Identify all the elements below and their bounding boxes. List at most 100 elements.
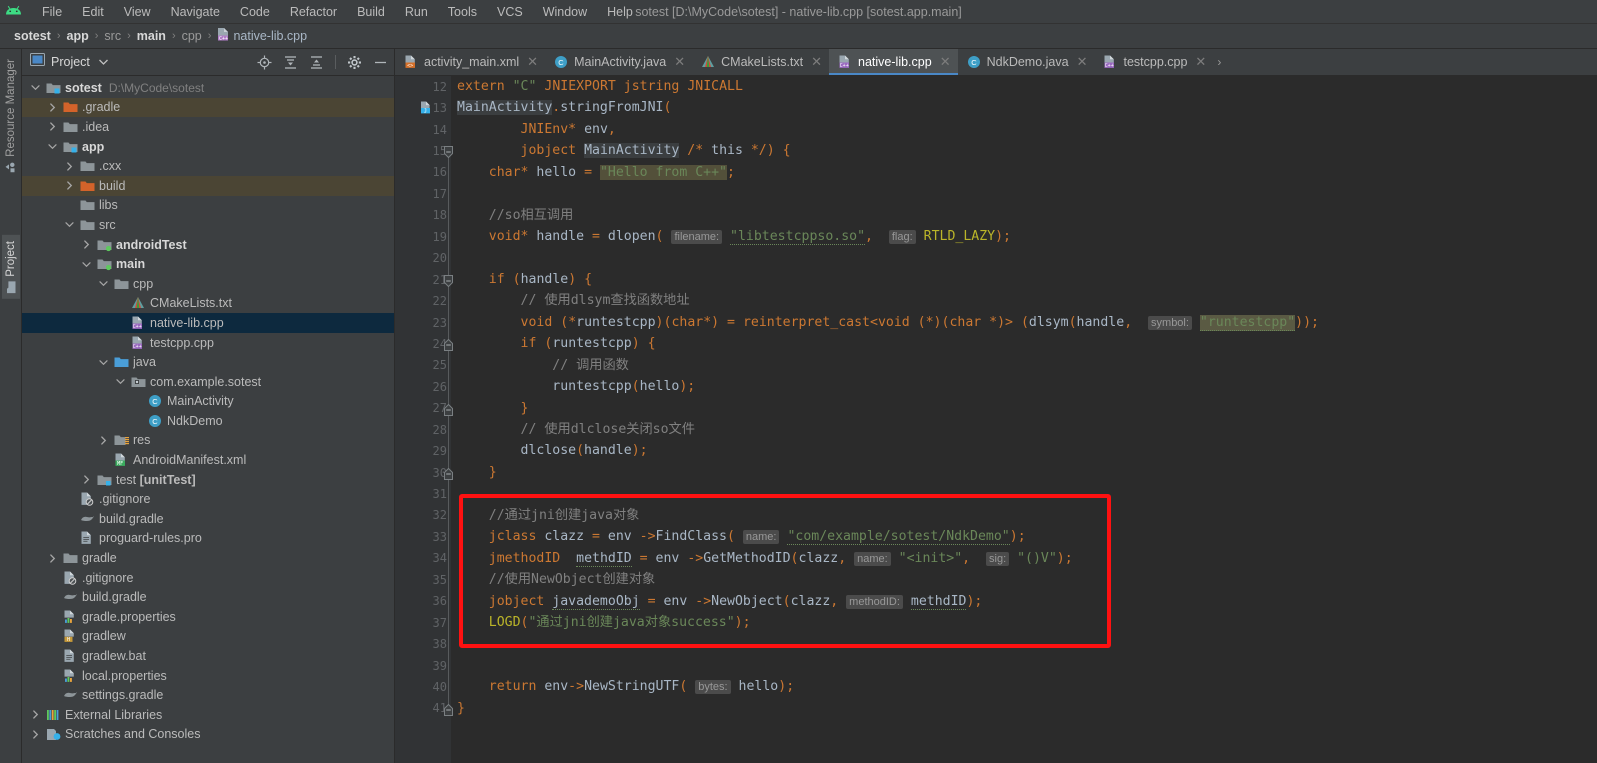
tree-item-main[interactable]: main — [22, 254, 394, 274]
tree-item-java[interactable]: java — [22, 352, 394, 372]
tree-item-gradlew[interactable]: Hgradlew — [22, 627, 394, 647]
menu-bar[interactable]: File Edit View Navigate Code Refactor Bu… — [32, 2, 643, 22]
editor-tab-testcpp-cpp[interactable]: C++ testcpp.cpp ✕ — [1094, 49, 1213, 75]
breadcrumb-item-main[interactable]: main — [133, 29, 170, 43]
tree-item-gradle[interactable]: .gradle — [22, 97, 394, 118]
code-line[interactable] — [457, 183, 1597, 204]
code-line[interactable]: } — [457, 698, 1597, 719]
tree-item-scratches-and-consoles[interactable]: Scratches and Consoles — [22, 725, 394, 745]
tree-item-settings-gradle[interactable]: settings.gradle — [22, 685, 394, 705]
sidebar-tab-project[interactable]: Project — [2, 235, 20, 299]
breadcrumb-item-native-lib[interactable]: C++ native-lib.cpp — [213, 28, 311, 44]
gear-icon[interactable] — [347, 55, 362, 70]
menu-item-window[interactable]: Window — [533, 2, 597, 22]
editor-tab-activity-main-xml[interactable]: <> activity_main.xml ✕ — [395, 49, 545, 75]
editor-tab-bar[interactable]: <> activity_main.xml ✕ C MainActivity.java ✕ C… — [395, 49, 1597, 76]
chevron-right-icon[interactable] — [98, 435, 109, 446]
code-line[interactable]: dlclose(handle); — [457, 440, 1597, 461]
code-line[interactable]: LOGD("通过jni创建java对象success"); — [457, 612, 1597, 633]
chevron-down-icon[interactable] — [98, 357, 109, 368]
tree-item-ndkdemo[interactable]: C NdkDemo — [22, 411, 394, 431]
chevron-down-icon[interactable] — [47, 141, 58, 152]
menu-item-view[interactable]: View — [114, 2, 161, 22]
menu-item-edit[interactable]: Edit — [72, 2, 114, 22]
code-line[interactable]: } — [457, 398, 1597, 419]
chevron-down-icon[interactable] — [81, 259, 92, 270]
tab-overflow-icon[interactable]: › — [1213, 49, 1225, 75]
breadcrumb-item-sotest[interactable]: sotest — [10, 29, 55, 43]
code-line[interactable]: jmethodID methdID = env ->GetMethodID(cl… — [457, 548, 1597, 569]
code-line[interactable]: //so相互调用 — [457, 205, 1597, 226]
tree-item-androidtest[interactable]: androidTest — [22, 235, 394, 255]
code-line[interactable]: if (runtestcpp) { — [457, 333, 1597, 354]
editor-tab-mainactivity-java[interactable]: C MainActivity.java ✕ — [545, 49, 692, 75]
chevron-right-icon[interactable] — [30, 709, 41, 720]
code-content[interactable]: extern "C" JNIEXPORT jstring JNICALL Main… — [451, 76, 1597, 763]
chevron-down-icon[interactable] — [64, 219, 75, 230]
menu-item-code[interactable]: Code — [230, 2, 280, 22]
menu-item-tools[interactable]: Tools — [438, 2, 487, 22]
code-line[interactable]: runtestcpp(hello); — [457, 376, 1597, 397]
code-line[interactable] — [457, 633, 1597, 654]
editor-tab-native-lib-cpp[interactable]: C++ native-lib.cpp ✕ — [829, 49, 958, 75]
tree-item-gradlew-bat[interactable]: gradlew.bat — [22, 646, 394, 666]
close-icon[interactable]: ✕ — [1077, 54, 1088, 70]
expand-all-icon[interactable] — [283, 55, 298, 70]
tree-item-gitignore[interactable]: .gitignore — [22, 489, 394, 509]
tree-item-app[interactable]: app — [22, 137, 394, 157]
menu-item-vcs[interactable]: VCS — [487, 2, 533, 22]
code-line[interactable]: jobject MainActivity /* this */) { — [457, 140, 1597, 161]
code-line[interactable]: if (handle) { — [457, 269, 1597, 290]
breadcrumb-item-app[interactable]: app — [63, 29, 93, 43]
code-line[interactable]: // 使用dlclose关闭so文件 — [457, 419, 1597, 440]
tree-item-mainactivity[interactable]: C MainActivity — [22, 392, 394, 412]
chevron-right-icon[interactable] — [64, 161, 75, 172]
tree-item-build-gradle[interactable]: build.gradle — [22, 587, 394, 607]
tree-item-src[interactable]: src — [22, 215, 394, 235]
code-line[interactable]: //使用NewObject创建对象 — [457, 569, 1597, 590]
chevron-down-icon[interactable] — [98, 278, 109, 289]
code-line[interactable]: return env->NewStringUTF( bytes: hello); — [457, 676, 1597, 697]
editor-tab-cmakelists-txt[interactable]: CMakeLists.txt ✕ — [692, 49, 829, 75]
code-line[interactable] — [457, 655, 1597, 676]
code-line[interactable]: // 使用dlsym查找函数地址 — [457, 290, 1597, 311]
tree-item-androidmanifest-xml[interactable]: MF AndroidManifest.xml — [22, 450, 394, 470]
close-icon[interactable]: ✕ — [674, 54, 685, 70]
code-line[interactable]: void (*runtestcpp)(char*) = reinterpret_… — [457, 312, 1597, 333]
chevron-down-icon[interactable] — [115, 376, 126, 387]
code-line[interactable]: //通过jni创建java对象 — [457, 505, 1597, 526]
chevron-right-icon[interactable] — [81, 474, 92, 485]
code-line[interactable]: MainActivity.stringFromJNI( — [457, 97, 1597, 118]
native-method-marker-icon[interactable]: J — [419, 101, 434, 120]
chevron-right-icon[interactable] — [47, 121, 58, 132]
code-line[interactable]: void* handle = dlopen( filename: "libtes… — [457, 226, 1597, 247]
chevron-down-icon[interactable] — [30, 82, 41, 93]
collapse-all-icon[interactable] — [309, 55, 324, 70]
menu-item-run[interactable]: Run — [395, 2, 438, 22]
close-icon[interactable]: ✕ — [527, 54, 538, 70]
tree-item-libs[interactable]: libs — [22, 196, 394, 216]
code-line[interactable]: jclass clazz = env ->FindClass( name: "c… — [457, 526, 1597, 547]
editor-tab-ndkdemo-java[interactable]: C NdkDemo.java ✕ — [958, 49, 1095, 75]
code-line[interactable]: // 调用函数 — [457, 355, 1597, 376]
tree-item-cxx[interactable]: .cxx — [22, 156, 394, 176]
chevron-right-icon[interactable] — [81, 239, 92, 250]
breadcrumb-item-cpp[interactable]: cpp — [178, 29, 206, 43]
tree-item-sotest[interactable]: sotest D:\MyCode\sotest — [22, 78, 394, 98]
locate-target-icon[interactable] — [257, 55, 272, 70]
code-editor[interactable]: 12 13 14 15 16 17 18 19 20 21 22 23 24 25 26 27 28 29 30 31… — [395, 76, 1597, 763]
tree-item-idea[interactable]: .idea — [22, 117, 394, 137]
close-icon[interactable]: ✕ — [1195, 54, 1206, 70]
tree-item-build[interactable]: build — [22, 175, 394, 196]
tree-item-gradle[interactable]: gradle — [22, 548, 394, 568]
chevron-right-icon[interactable] — [47, 553, 58, 564]
tree-item-res[interactable]: res — [22, 431, 394, 451]
code-line[interactable]: } — [457, 462, 1597, 483]
code-line[interactable]: JNIEnv* env, — [457, 119, 1597, 140]
tree-item-cpp[interactable]: cpp — [22, 274, 394, 294]
tree-item-com-example-sotest[interactable]: com.example.sotest — [22, 372, 394, 392]
menu-item-build[interactable]: Build — [347, 2, 395, 22]
chevron-right-icon[interactable] — [47, 102, 58, 113]
project-tree[interactable]: sotest D:\MyCode\sotest .gradle .idea app .cx… — [22, 76, 394, 763]
code-line[interactable] — [457, 248, 1597, 269]
